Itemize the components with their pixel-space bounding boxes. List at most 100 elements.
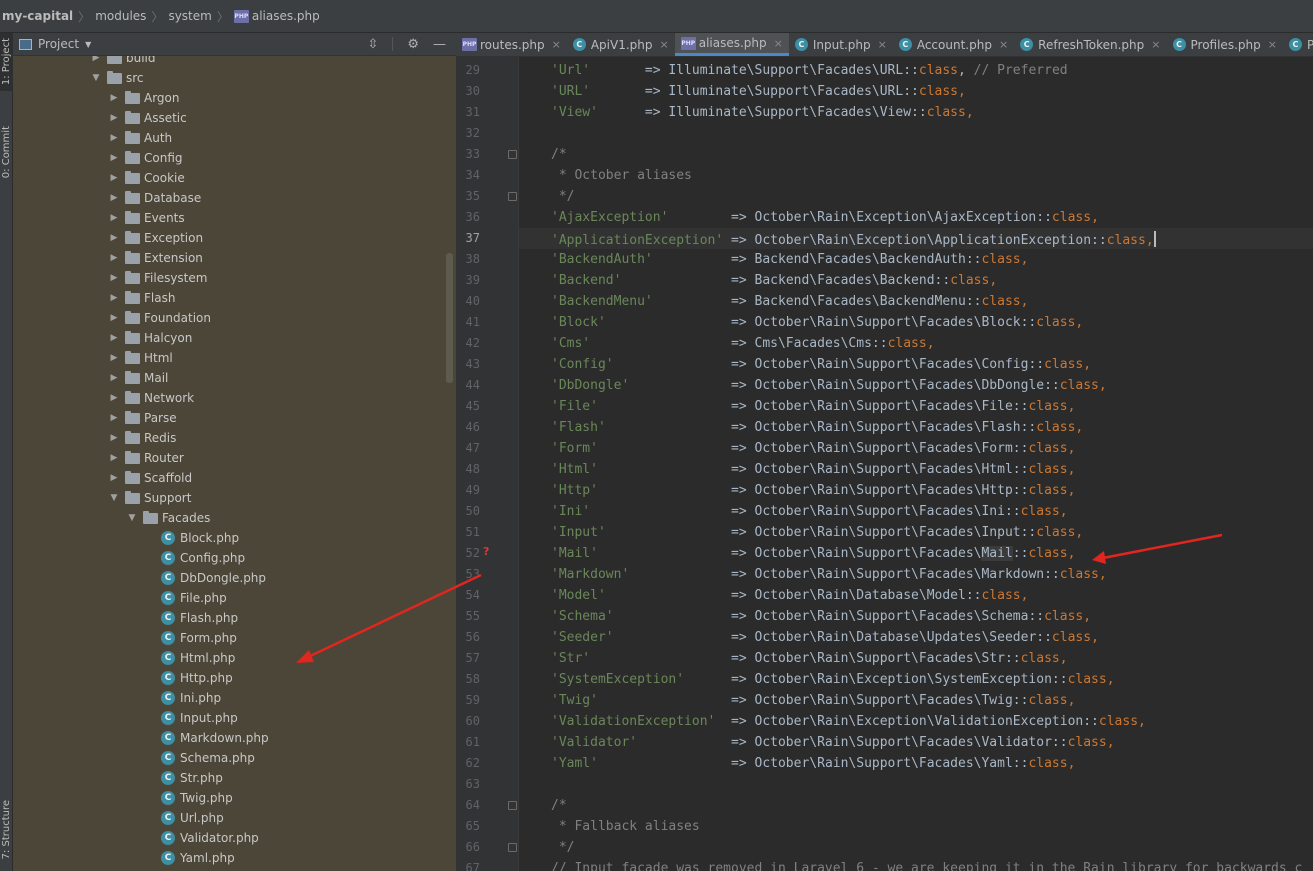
editor-tab[interactable]: C ApiV1.php × bbox=[567, 33, 675, 56]
fold-marker-icon[interactable] bbox=[508, 843, 517, 852]
tree-file-item[interactable]: C Input.php bbox=[13, 708, 453, 728]
close-icon[interactable]: × bbox=[878, 38, 887, 51]
tree-folder-item[interactable]: ▶ Html bbox=[13, 348, 453, 368]
breadcrumb-item[interactable]: system bbox=[168, 9, 211, 23]
chevron-right-icon[interactable]: ▶ bbox=[109, 433, 119, 443]
project-tool-button[interactable]: 1: Project bbox=[0, 33, 13, 91]
code-token: , bbox=[989, 273, 998, 288]
close-icon[interactable]: × bbox=[1268, 38, 1277, 51]
tree-file-item[interactable]: C Html.php bbox=[13, 648, 453, 668]
close-icon[interactable]: × bbox=[552, 38, 561, 51]
tree-folder-item[interactable]: ▶ Halcyon bbox=[13, 328, 453, 348]
chevron-right-icon[interactable]: ▶ bbox=[109, 253, 119, 263]
tree-folder-item[interactable]: ▶ build bbox=[13, 56, 453, 68]
tree-file-item[interactable]: C DbDongle.php bbox=[13, 568, 453, 588]
tree-folder-item[interactable]: ▶ Parse bbox=[13, 408, 453, 428]
chevron-down-icon[interactable]: ▼ bbox=[91, 73, 101, 83]
fold-marker-icon[interactable] bbox=[508, 192, 517, 201]
editor-tab[interactable]: C Account.php × bbox=[893, 33, 1014, 56]
tree-folder-item[interactable]: ▶ Cookie bbox=[13, 168, 453, 188]
breadcrumb-item[interactable]: my-capital bbox=[2, 9, 73, 23]
chevron-right-icon[interactable]: ▶ bbox=[109, 393, 119, 403]
tree-folder-item[interactable]: ▶ Network bbox=[13, 388, 453, 408]
editor-tab[interactable]: C Profiles.php × bbox=[1167, 33, 1283, 56]
structure-tool-button[interactable]: 7: Structure bbox=[0, 789, 13, 871]
code-editor[interactable]: 'Url' => Illuminate\Support\Facades\URL:… bbox=[519, 57, 1313, 871]
fold-marker-icon[interactable] bbox=[508, 801, 517, 810]
chevron-right-icon[interactable]: ▶ bbox=[109, 413, 119, 423]
tree-file-item[interactable]: C Ini.php bbox=[13, 688, 453, 708]
tree-scrollbar[interactable] bbox=[446, 253, 453, 383]
chevron-down-icon[interactable]: ▼ bbox=[109, 493, 119, 503]
close-icon[interactable]: × bbox=[1151, 38, 1160, 51]
editor-tab[interactable]: C Project bbox=[1283, 33, 1313, 56]
chevron-right-icon[interactable]: ▶ bbox=[109, 93, 119, 103]
project-view-selector[interactable]: Project bbox=[38, 37, 79, 51]
chevron-right-icon[interactable]: ▶ bbox=[109, 353, 119, 363]
tree-file-item[interactable]: C Block.php bbox=[13, 528, 453, 548]
code-token: 'Mail' bbox=[551, 546, 598, 561]
chevron-down-icon[interactable]: ▼ bbox=[127, 513, 137, 523]
close-icon[interactable]: × bbox=[999, 38, 1008, 51]
fold-marker-icon[interactable] bbox=[508, 150, 517, 159]
chevron-right-icon[interactable]: ▶ bbox=[109, 213, 119, 223]
editor-tab[interactable]: PHP aliases.php × bbox=[674, 33, 789, 56]
tree-folder-item[interactable]: ▶ Filesystem bbox=[13, 268, 453, 288]
chevron-right-icon[interactable]: ▶ bbox=[109, 133, 119, 143]
tree-folder-item[interactable]: ▶ Flash bbox=[13, 288, 453, 308]
editor-tab[interactable]: C Input.php × bbox=[789, 33, 893, 56]
chevron-right-icon[interactable]: ▶ bbox=[109, 373, 119, 383]
tree-file-item[interactable]: C Yaml.php bbox=[13, 848, 453, 868]
tree-folder-item[interactable]: ▶ Mail bbox=[13, 368, 453, 388]
tree-folder-item[interactable]: ▶ Auth bbox=[13, 128, 453, 148]
chevron-right-icon[interactable]: ▶ bbox=[109, 273, 119, 283]
tree-file-item[interactable]: C Form.php bbox=[13, 628, 453, 648]
tree-folder-item[interactable]: ▼ Support bbox=[13, 488, 453, 508]
chevron-right-icon[interactable]: ▶ bbox=[109, 193, 119, 203]
tree-folder-item[interactable]: ▶ Redis bbox=[13, 428, 453, 448]
gear-icon[interactable]: ⚙ bbox=[407, 37, 419, 52]
chevron-right-icon[interactable]: ▶ bbox=[91, 56, 101, 63]
chevron-right-icon[interactable]: ▶ bbox=[109, 113, 119, 123]
chevron-right-icon[interactable]: ▶ bbox=[109, 473, 119, 483]
tree-file-item[interactable]: C Str.php bbox=[13, 768, 453, 788]
tree-folder-item[interactable]: ▶ Router bbox=[13, 448, 453, 468]
tree-file-item[interactable]: C Markdown.php bbox=[13, 728, 453, 748]
chevron-right-icon[interactable]: ▶ bbox=[109, 333, 119, 343]
chevron-right-icon[interactable]: ▶ bbox=[109, 173, 119, 183]
chevron-right-icon[interactable]: ▶ bbox=[109, 453, 119, 463]
tree-folder-item[interactable]: ▶ Exception bbox=[13, 228, 453, 248]
tree-folder-item[interactable]: ▶ Events bbox=[13, 208, 453, 228]
chevron-right-icon[interactable]: ▶ bbox=[109, 153, 119, 163]
tree-folder-item[interactable]: ▼ Facades bbox=[13, 508, 453, 528]
editor-tab[interactable]: C RefreshToken.php × bbox=[1014, 33, 1166, 56]
minimize-icon[interactable]: — bbox=[433, 37, 446, 52]
chevron-right-icon[interactable]: ▶ bbox=[109, 233, 119, 243]
tree-folder-item[interactable]: ▶ Database bbox=[13, 188, 453, 208]
tree-file-item[interactable]: C Config.php bbox=[13, 548, 453, 568]
tree-folder-item[interactable]: ▶ Foundation bbox=[13, 308, 453, 328]
chevron-right-icon[interactable]: ▶ bbox=[109, 293, 119, 303]
tree-folder-item[interactable]: ▶ Scaffold bbox=[13, 468, 453, 488]
tree-folder-item[interactable]: ▼ src bbox=[13, 68, 453, 88]
collapse-all-icon[interactable]: ⇳ bbox=[367, 37, 378, 52]
chevron-down-icon[interactable]: ▼ bbox=[85, 40, 91, 49]
tree-file-item[interactable]: C File.php bbox=[13, 588, 453, 608]
tree-file-item[interactable]: C Url.php bbox=[13, 808, 453, 828]
tree-file-item[interactable]: C Flash.php bbox=[13, 608, 453, 628]
tree-file-item[interactable]: C Validator.php bbox=[13, 828, 453, 848]
tree-folder-item[interactable]: ▶ Config bbox=[13, 148, 453, 168]
breadcrumb-item[interactable]: PHP aliases.php bbox=[233, 9, 320, 23]
editor-tab[interactable]: PHP routes.php × bbox=[456, 33, 567, 56]
tree-folder-item[interactable]: ▶ Assetic bbox=[13, 108, 453, 128]
commit-tool-button[interactable]: 0: Commit bbox=[0, 113, 13, 191]
tree-file-item[interactable]: C Schema.php bbox=[13, 748, 453, 768]
breadcrumb-item[interactable]: modules bbox=[95, 9, 146, 23]
close-icon[interactable]: × bbox=[660, 38, 669, 51]
tree-file-item[interactable]: C Twig.php bbox=[13, 788, 453, 808]
tree-folder-item[interactable]: ▶ Extension bbox=[13, 248, 453, 268]
tree-file-item[interactable]: C Http.php bbox=[13, 668, 453, 688]
close-icon[interactable]: × bbox=[774, 37, 783, 50]
chevron-right-icon[interactable]: ▶ bbox=[109, 313, 119, 323]
tree-folder-item[interactable]: ▶ Argon bbox=[13, 88, 453, 108]
